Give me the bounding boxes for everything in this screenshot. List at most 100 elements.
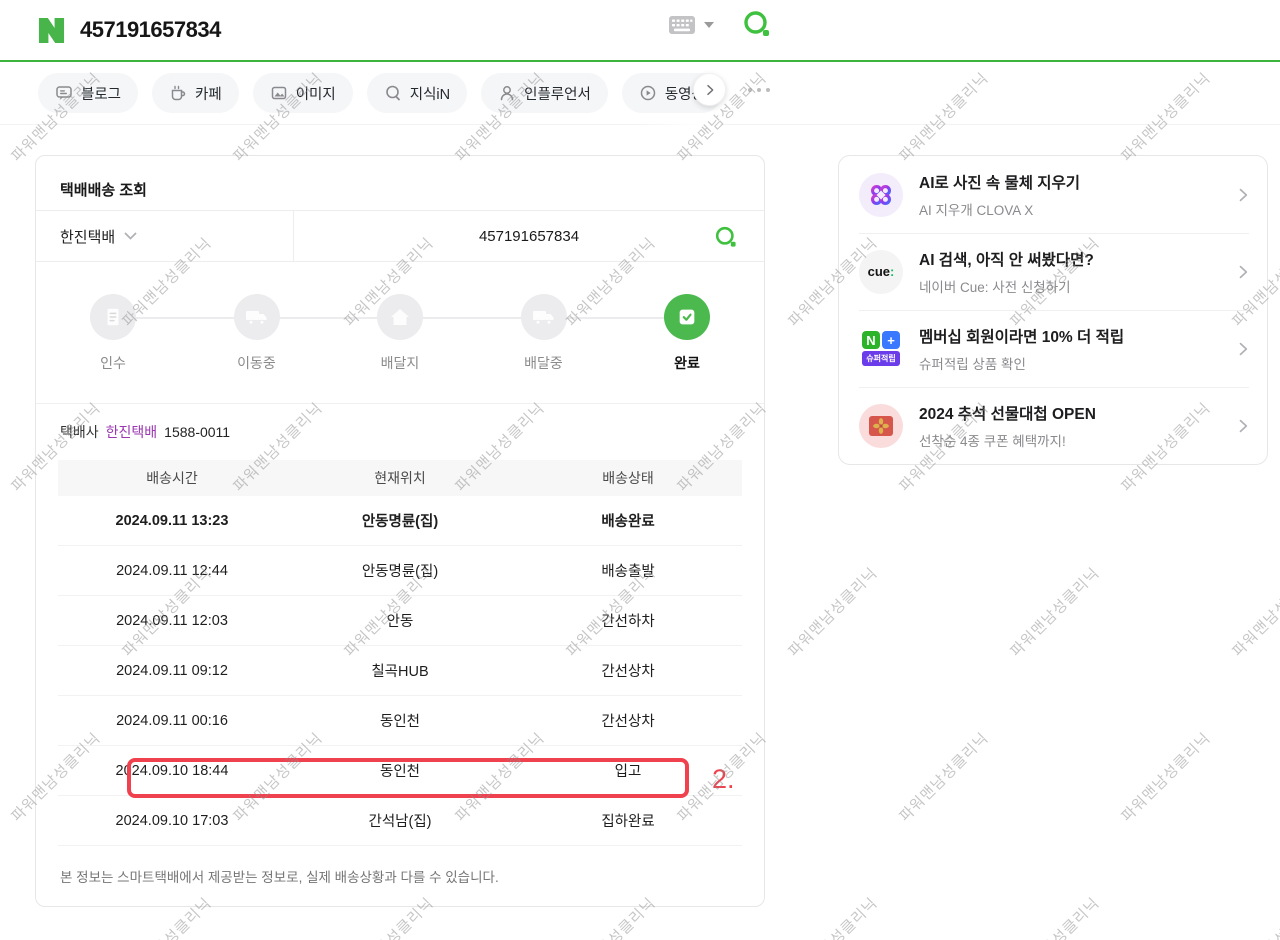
chevron-right-icon <box>1233 262 1253 282</box>
chuseok-gift-icon <box>859 404 903 448</box>
house-icon <box>388 305 412 329</box>
promo-subtitle: AI 지우개 CLOVA X <box>919 199 1233 219</box>
tab-image[interactable]: 이미지 <box>253 73 353 113</box>
truck-icon <box>531 304 557 330</box>
table-row: 2024.09.11 13:23 안동명륜(집) 배송완료 <box>58 496 742 546</box>
promo-sidebar-card: AI로 사진 속 물체 지우기 AI 지우개 CLOVA X cue: AI 검… <box>838 155 1268 465</box>
card-title: 택배배송 조회 <box>36 156 764 210</box>
cell-location: 동인천 <box>286 760 514 781</box>
promo-title: 2024 추석 선물대첩 OPEN <box>919 402 1233 424</box>
step-in-transit: 이동중 <box>220 294 294 403</box>
cell-status: 간선상차 <box>514 660 742 681</box>
receipt-icon <box>102 306 124 328</box>
cell-location: 간석남(집) <box>286 810 514 831</box>
chevron-right-icon <box>1233 416 1253 436</box>
cell-status: 간선하차 <box>514 610 742 631</box>
disclaimer-note: 본 정보는 스마트택배에서 제공받는 정보로, 실제 배송상황과 다를 수 있습… <box>36 846 764 886</box>
table-body: 2024.09.11 13:23 안동명륜(집) 배송완료 2024.09.11… <box>58 496 742 846</box>
column-header: 배송상태 <box>514 468 742 488</box>
tab-kin[interactable]: 지식iN <box>367 73 467 113</box>
header: 457191657834 <box>0 0 1280 62</box>
cell-time: 2024.09.11 12:03 <box>58 613 286 629</box>
table-row: 2024.09.10 17:03 간석남(집) 집하완료 <box>58 796 742 846</box>
promo-title: 멤버십 회원이라면 10% 더 적립 <box>919 325 1233 347</box>
step-delivery-area: 배달지 <box>363 294 437 403</box>
search-icon[interactable] <box>742 9 772 39</box>
cell-status: 배송완료 <box>514 510 742 531</box>
clova-x-icon <box>859 173 903 217</box>
tracking-history-table: 배송시간 현재위치 배송상태 2024.09.11 13:23 안동명륜(집) … <box>58 460 742 846</box>
step-out-for-delivery: 배달중 <box>507 294 581 403</box>
cell-status: 입고 <box>514 760 742 781</box>
input-tool-selector[interactable] <box>668 15 714 35</box>
carrier-info-row: 택배사 한진택배 1588-0011 <box>36 404 764 460</box>
watermark-text: 파워맨남성클리닉 <box>1116 727 1215 826</box>
step-label: 배달지 <box>363 353 437 373</box>
blog-icon <box>55 84 73 102</box>
tab-label: 지식iN <box>410 83 450 104</box>
cell-time: 2024.09.11 13:23 <box>58 513 286 529</box>
search-tab-bar: 블로그 카페 이미지 <box>0 62 1280 125</box>
cell-time: 2024.09.10 17:03 <box>58 813 286 829</box>
kin-icon <box>384 84 402 102</box>
carrier-link[interactable]: 한진택배 <box>106 422 158 442</box>
promo-item-cue-search[interactable]: cue: AI 검색, 아직 안 써봤다면? 네이버 Cue: 사전 신청하기 <box>839 233 1267 310</box>
promo-item-chuseok-gift[interactable]: 2024 추석 선물대첩 OPEN 선착순 4종 쿠폰 혜택까지! <box>839 387 1267 464</box>
promo-item-clova-eraser[interactable]: AI로 사진 속 물체 지우기 AI 지우개 CLOVA X <box>839 156 1267 233</box>
video-icon <box>639 84 657 102</box>
tab-cafe[interactable]: 카페 <box>152 73 239 113</box>
tab-influencer[interactable]: 인플루언서 <box>481 73 608 113</box>
table-row: 2024.09.11 12:03 안동 간선하차 <box>58 596 742 646</box>
cell-time: 2024.09.11 00:16 <box>58 713 286 729</box>
watermark-text: 파워맨남성클리닉 <box>1005 562 1104 661</box>
carrier-select-dropdown[interactable]: 한진택배 <box>36 211 294 261</box>
search-icon[interactable] <box>714 225 738 249</box>
table-row: 2024.09.11 00:16 동인천 간선상차 <box>58 696 742 746</box>
cell-time: 2024.09.10 18:44 <box>58 763 286 779</box>
promo-item-membership[interactable]: N + 슈퍼적립 멤버십 회원이라면 10% 더 적립 슈퍼적립 상품 확인 <box>839 310 1267 387</box>
carrier-select-value: 한진택배 <box>60 226 115 247</box>
watermark-text: 파워맨남성클리닉 <box>1227 892 1280 940</box>
step-label: 배달중 <box>507 353 581 373</box>
tracking-number-input[interactable]: 457191657834 <box>294 211 764 261</box>
promo-subtitle: 네이버 Cue: 사전 신청하기 <box>919 276 1233 296</box>
promo-subtitle: 선착순 4종 쿠폰 혜택까지! <box>919 430 1233 450</box>
cell-location: 안동명륜(집) <box>286 560 514 581</box>
promo-title: AI로 사진 속 물체 지우기 <box>919 171 1233 193</box>
truck-icon <box>244 304 270 330</box>
tab-label: 카페 <box>195 83 222 104</box>
watermark-text: 파워맨남성클리닉 <box>1227 562 1280 661</box>
cell-location: 안동명륜(집) <box>286 510 514 531</box>
chevron-down-icon <box>124 232 137 241</box>
keyboard-input-icon[interactable] <box>668 15 696 35</box>
naver-search-results-page: 457191657834 <box>0 0 1280 940</box>
step-label: 완료 <box>650 353 724 373</box>
cell-time: 2024.09.11 09:12 <box>58 663 286 679</box>
tabs-strip: 블로그 카페 이미지 <box>38 73 718 113</box>
cell-status: 집하완료 <box>514 810 742 831</box>
search-query[interactable]: 457191657834 <box>80 17 221 43</box>
check-complete-icon <box>676 306 698 328</box>
table-row: 2024.09.11 12:44 안동명륜(집) 배송출발 <box>58 546 742 596</box>
table-header-row: 배송시간 현재위치 배송상태 <box>58 460 742 496</box>
column-header: 현재위치 <box>286 468 514 488</box>
cell-status: 배송출발 <box>514 560 742 581</box>
cell-location: 칠곡HUB <box>286 660 514 681</box>
step-complete: 완료 <box>650 294 724 403</box>
tabs-scroll-right-button[interactable] <box>693 73 726 106</box>
naver-n-icon[interactable] <box>38 17 65 44</box>
tab-blog[interactable]: 블로그 <box>38 73 138 113</box>
tracking-number-value: 457191657834 <box>479 228 579 245</box>
more-options-icon[interactable] <box>748 88 770 92</box>
tab-label: 이미지 <box>296 83 336 104</box>
step-label: 인수 <box>76 353 150 373</box>
promo-title: AI 검색, 아직 안 써봤다면? <box>919 248 1233 270</box>
chevron-down-icon[interactable] <box>704 22 714 28</box>
watermark-text: 파워맨남성클리닉 <box>1005 892 1104 940</box>
parcel-tracking-card: 택배배송 조회 한진택배 457191657834 <box>35 155 765 907</box>
cell-time: 2024.09.11 12:44 <box>58 563 286 579</box>
chevron-right-icon <box>1233 339 1253 359</box>
step-label: 이동중 <box>220 353 294 373</box>
chevron-right-icon <box>702 82 718 98</box>
step-pickup: 인수 <box>76 294 150 403</box>
